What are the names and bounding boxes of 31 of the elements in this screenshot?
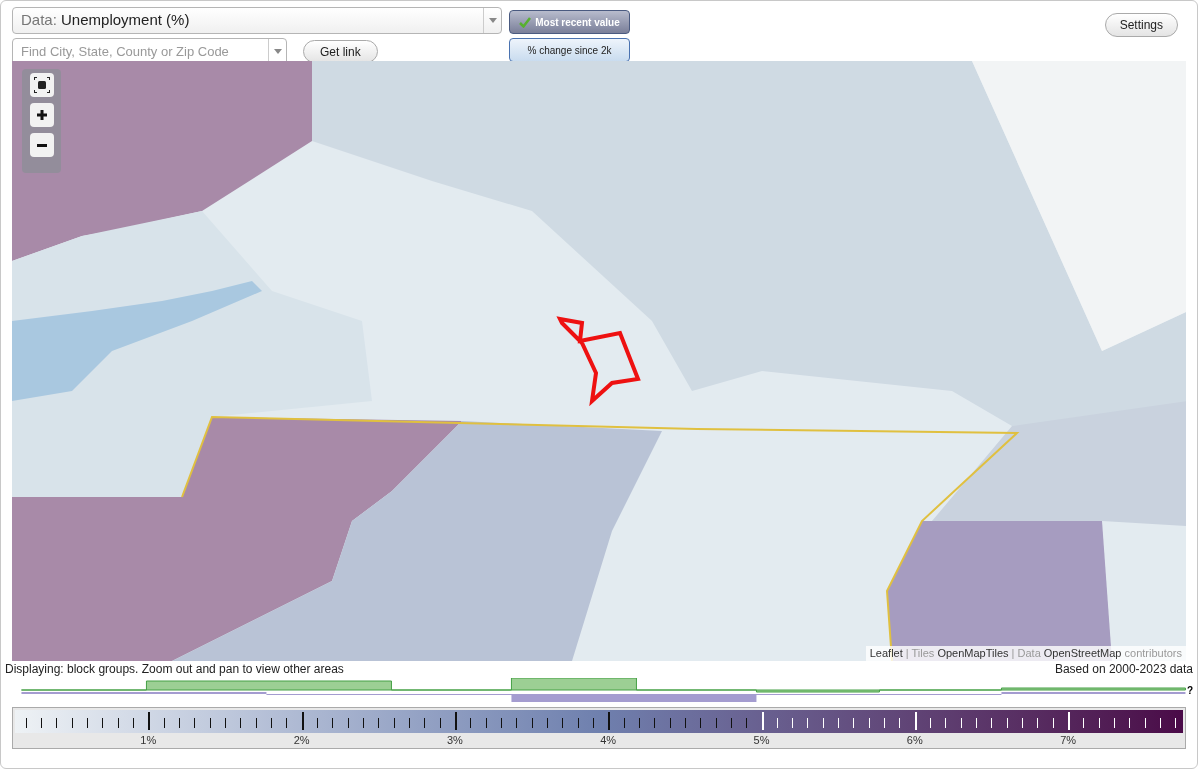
fullscreen-button[interactable] (29, 73, 54, 97)
attribution-text: | Data (1010, 646, 1042, 661)
attribution-link[interactable]: OpenStreetMap (1043, 645, 1122, 661)
scale-label: 1% (140, 734, 157, 746)
plus-icon (36, 110, 47, 120)
minus-icon (36, 143, 47, 147)
zoom-in-button[interactable] (29, 103, 54, 127)
scale-label: 3% (446, 734, 463, 746)
attribution-link[interactable]: Leaflet (869, 645, 903, 661)
caret-icon (273, 49, 282, 54)
data-range-note: Based on 2000-2023 data (1054, 661, 1193, 677)
scale-label: 6% (906, 734, 923, 746)
scale-label: 5% (753, 734, 770, 746)
get-link-button[interactable]: Get link (303, 40, 378, 63)
dropdown-value: Unemployment (%) (61, 11, 190, 29)
attribution-text: contributors (1123, 646, 1182, 661)
map-caption: Displaying: block groups. Zoom out and pan to view other areas (5, 661, 344, 677)
data-dropdown[interactable]: Data: Unemployment (%) (12, 7, 502, 34)
attribution-link[interactable]: OpenMapTiles (937, 645, 1009, 661)
settings-button[interactable]: Settings (1104, 13, 1178, 37)
check-icon (519, 16, 532, 28)
scale-label: 4% (600, 734, 617, 746)
help-mark[interactable]: ? (1186, 686, 1193, 696)
fullscreen-icon (33, 77, 50, 93)
caret-icon (488, 18, 497, 23)
mode-button[interactable]: % change since 2k (509, 38, 630, 62)
scale-label: 7% (1060, 734, 1077, 746)
zoom-out-button[interactable] (29, 133, 54, 157)
scale-label: 2% (293, 734, 310, 746)
attribution-text: | Tiles (904, 646, 936, 661)
dropdown-label: Data: (21, 11, 57, 29)
